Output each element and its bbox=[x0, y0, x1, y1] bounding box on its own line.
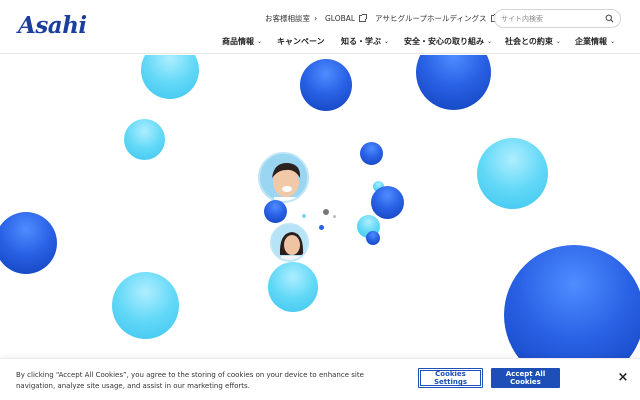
close-icon[interactable]: × bbox=[616, 370, 630, 386]
chevron-down-icon: ⌄ bbox=[384, 37, 390, 45]
chevron-down-icon: ⌄ bbox=[487, 37, 493, 45]
customer-support-label: お客様相談室 bbox=[265, 13, 310, 23]
nav-campaign[interactable]: キャンペーン bbox=[277, 34, 325, 48]
external-link-icon bbox=[359, 13, 368, 22]
site-header: Asahi お客様相談室 › GLOBAL アサヒグループホールディングス 商品… bbox=[0, 0, 640, 54]
nav-safety[interactable]: 安全・安心の取り組み ⌄ bbox=[404, 34, 492, 48]
smiling-woman-photo bbox=[270, 223, 309, 262]
hero-bubbles bbox=[0, 55, 640, 400]
customer-support-link[interactable]: お客様相談室 › bbox=[265, 11, 317, 25]
cyan-bubble bbox=[141, 55, 199, 99]
group-holdings-label: アサヒグループホールディングス bbox=[375, 13, 487, 23]
nav-products-label: 商品情報 bbox=[222, 36, 254, 46]
cookie-banner: By clicking “Accept All Cookies”, you ag… bbox=[0, 358, 640, 400]
accept-all-cookies-button[interactable]: Accept All Cookies bbox=[491, 368, 560, 388]
asahi-logo[interactable]: Asahi bbox=[18, 12, 87, 39]
global-label: GLOBAL bbox=[325, 13, 356, 23]
blue-bubble bbox=[416, 55, 491, 110]
cookies-settings-button[interactable]: Cookies Settings bbox=[418, 368, 483, 388]
blue-bubble bbox=[0, 212, 57, 274]
blue-bubble bbox=[371, 186, 404, 219]
woman-portrait-illustration bbox=[272, 225, 307, 260]
nav-learn[interactable]: 知る・学ぶ ⌄ bbox=[341, 34, 389, 48]
cyan-dot bbox=[302, 214, 306, 218]
nav-corporate[interactable]: 企業情報 ⌄ bbox=[575, 34, 615, 48]
blue-dot bbox=[319, 225, 324, 230]
cyan-bubble bbox=[124, 119, 165, 160]
nav-safety-label: 安全・安心の取り組み bbox=[404, 36, 484, 46]
nav-campaign-label: キャンペーン bbox=[277, 36, 325, 46]
chevron-down-icon: ⌄ bbox=[610, 37, 616, 45]
blue-bubble bbox=[300, 59, 352, 111]
global-link[interactable]: GLOBAL bbox=[325, 11, 368, 25]
site-search bbox=[494, 9, 621, 28]
cyan-bubble bbox=[112, 272, 179, 339]
smiling-child-photo bbox=[258, 152, 309, 203]
nav-learn-label: 知る・学ぶ bbox=[341, 36, 381, 46]
search-icon[interactable] bbox=[605, 14, 614, 23]
blue-bubble bbox=[360, 142, 383, 165]
cyan-bubble bbox=[477, 138, 548, 209]
chevron-down-icon: ⌄ bbox=[555, 37, 561, 45]
chevron-right-icon: › bbox=[314, 13, 318, 23]
gray-dot bbox=[323, 209, 329, 215]
gray-dot bbox=[333, 215, 336, 218]
nav-products[interactable]: 商品情報 ⌄ bbox=[222, 34, 262, 48]
nav-corporate-label: 企業情報 bbox=[575, 36, 607, 46]
blue-bubble bbox=[366, 231, 380, 245]
nav-society[interactable]: 社会との約束 ⌄ bbox=[505, 34, 561, 48]
nav-society-label: 社会との約束 bbox=[505, 36, 553, 46]
child-portrait-illustration bbox=[260, 154, 307, 201]
cookie-consent-text: By clicking “Accept All Cookies”, you ag… bbox=[16, 371, 364, 390]
blue-bubble bbox=[264, 200, 287, 223]
chevron-down-icon: ⌄ bbox=[257, 37, 263, 45]
cyan-bubble bbox=[268, 262, 318, 312]
search-input[interactable] bbox=[501, 12, 601, 25]
group-holdings-link[interactable]: アサヒグループホールディングス bbox=[375, 11, 499, 25]
